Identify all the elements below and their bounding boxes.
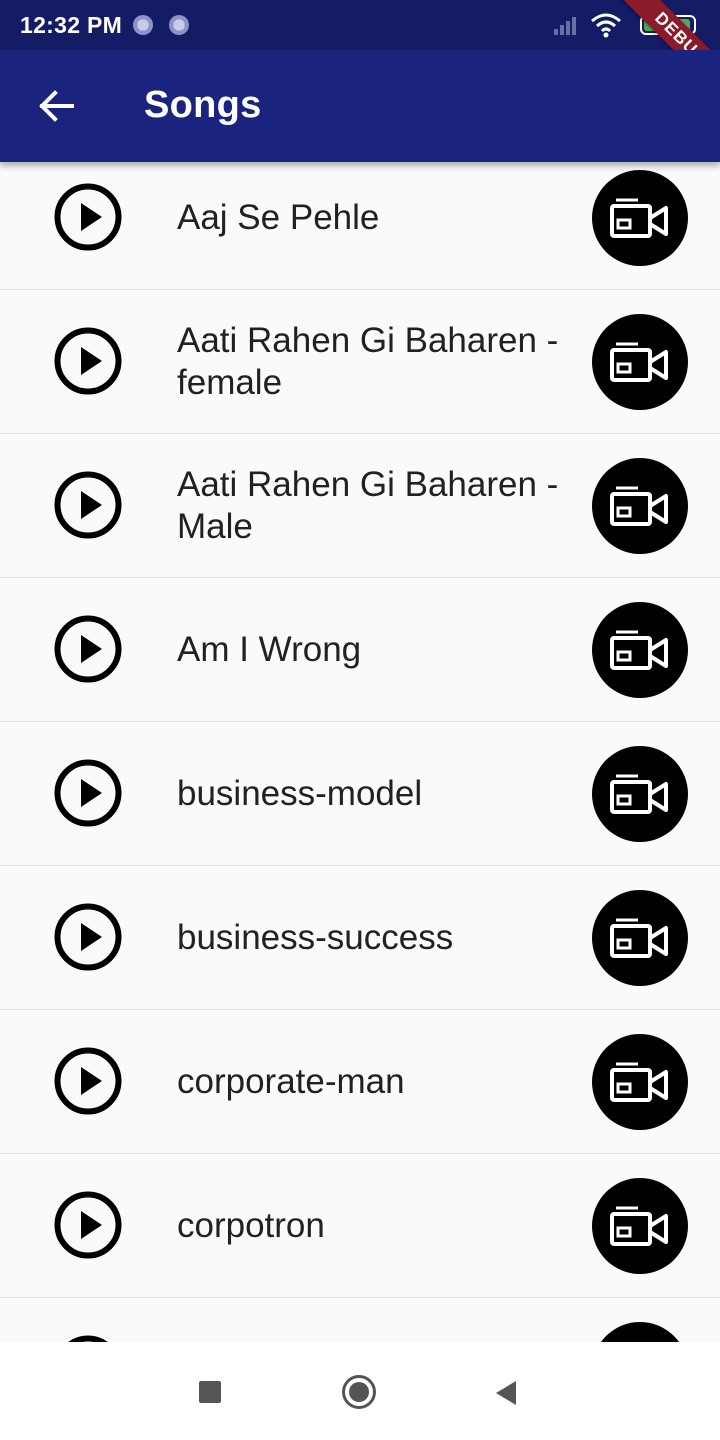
play-button[interactable] xyxy=(54,471,122,539)
video-camera-icon xyxy=(610,1206,668,1246)
list-item[interactable] xyxy=(0,1298,720,1342)
list-item[interactable]: corporate-man xyxy=(0,1010,720,1154)
video-button[interactable] xyxy=(592,1034,688,1130)
status-bar: 12:32 PM 91 DEBUG xyxy=(0,0,720,50)
video-button[interactable] xyxy=(592,458,688,554)
song-list[interactable]: Aaj Se Pehle Aati Rahen Gi Baharen - fema… xyxy=(0,146,720,1342)
play-circle-icon xyxy=(54,1191,122,1259)
circle-icon xyxy=(349,1382,369,1402)
video-button[interactable] xyxy=(592,314,688,410)
video-button[interactable] xyxy=(592,602,688,698)
home-button[interactable] xyxy=(342,1375,376,1409)
song-title: business-model xyxy=(177,773,423,813)
play-button[interactable] xyxy=(54,903,122,971)
list-item[interactable]: business-model xyxy=(0,722,720,866)
app-bar: Songs xyxy=(0,50,720,162)
video-camera-icon xyxy=(610,486,668,526)
video-camera-icon xyxy=(610,198,668,238)
song-title: corporate-man xyxy=(177,1061,405,1101)
status-time: 12:32 PM xyxy=(20,12,123,38)
play-circle-icon xyxy=(54,1047,122,1115)
list-item[interactable]: corpotron xyxy=(0,1154,720,1298)
video-button[interactable] xyxy=(592,170,688,266)
system-nav-bar xyxy=(0,1342,720,1440)
recents-button[interactable] xyxy=(199,1381,221,1403)
play-button[interactable] xyxy=(54,1191,122,1259)
list-item[interactable]: Aaj Se Pehle xyxy=(0,146,720,290)
arrow-back-icon xyxy=(39,90,74,122)
list-item[interactable]: Aati Rahen Gi Baharen - Male xyxy=(0,434,720,578)
play-circle-icon xyxy=(68,1335,108,1342)
video-button[interactable] xyxy=(592,890,688,986)
play-button[interactable] xyxy=(54,1335,122,1342)
song-title: Aati Rahen Gi Baharen - female xyxy=(177,320,559,402)
play-circle-icon xyxy=(54,183,122,251)
song-title: Aaj Se Pehle xyxy=(177,197,380,237)
play-button[interactable] xyxy=(54,327,122,395)
song-title: Am I Wrong xyxy=(177,629,362,669)
notification-icon xyxy=(169,15,189,35)
play-button[interactable] xyxy=(54,183,122,251)
song-title xyxy=(177,1298,560,1342)
list-item[interactable]: Aati Rahen Gi Baharen - female xyxy=(0,290,720,434)
list-item[interactable]: Am I Wrong xyxy=(0,578,720,722)
play-circle-icon xyxy=(54,903,122,971)
video-button[interactable] xyxy=(592,746,688,842)
song-title: business-success xyxy=(177,917,454,957)
video-button[interactable] xyxy=(592,1178,688,1274)
play-button[interactable] xyxy=(54,1047,122,1115)
play-button[interactable] xyxy=(54,759,122,827)
play-circle-icon xyxy=(54,615,122,683)
song-title: corpotron xyxy=(177,1205,325,1245)
video-camera-icon xyxy=(610,630,668,670)
nav-back-button[interactable] xyxy=(494,1380,518,1406)
notification-icon xyxy=(133,15,153,35)
video-camera-icon xyxy=(610,774,668,814)
play-circle-icon xyxy=(54,759,122,827)
play-circle-icon xyxy=(54,471,122,539)
page-title: Songs xyxy=(144,84,262,126)
song-title: Aati Rahen Gi Baharen - Male xyxy=(177,464,559,546)
list-item[interactable]: business-success xyxy=(0,866,720,1010)
signal-icon xyxy=(554,17,576,35)
video-camera-icon xyxy=(610,918,668,958)
play-circle-icon xyxy=(54,327,122,395)
play-button[interactable] xyxy=(54,615,122,683)
video-button[interactable] xyxy=(592,1322,688,1342)
back-button[interactable] xyxy=(28,78,84,134)
wifi-icon xyxy=(591,13,621,38)
video-camera-icon xyxy=(610,1062,668,1102)
video-camera-icon xyxy=(610,342,668,382)
